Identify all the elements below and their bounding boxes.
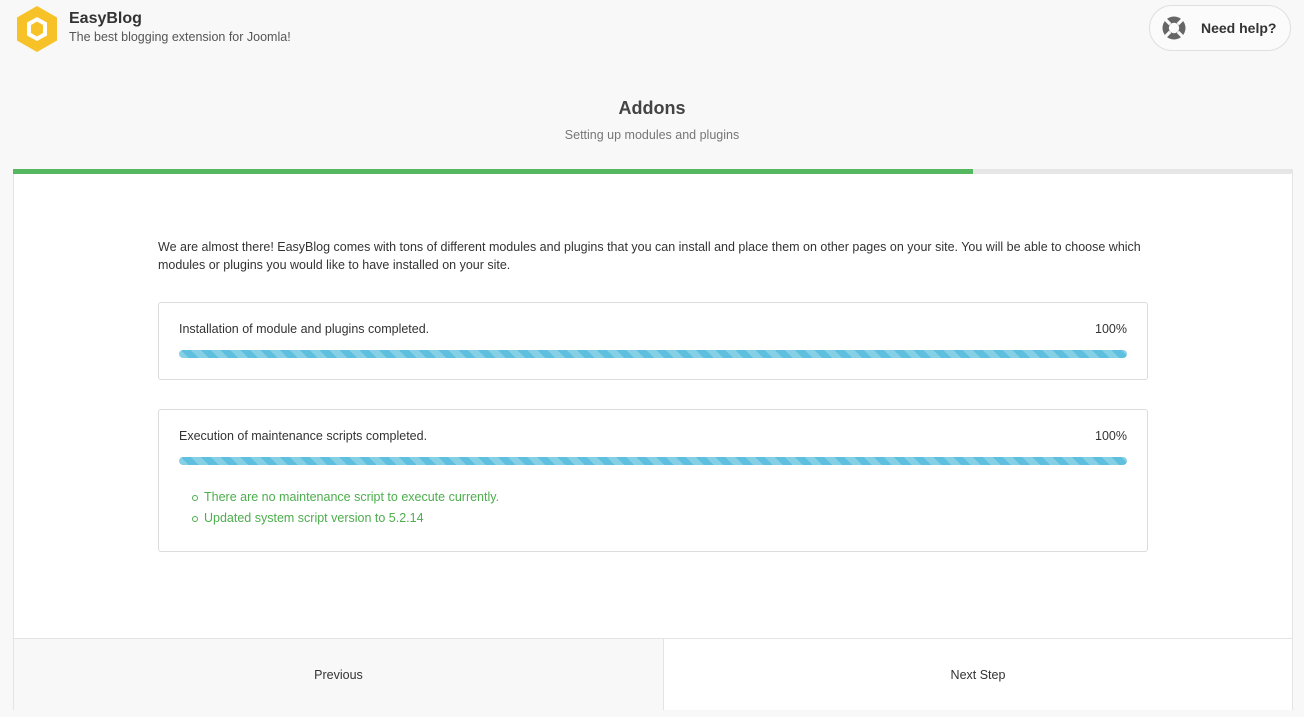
step-progress-bar	[13, 169, 1293, 174]
log-item: There are no maintenance script to execu…	[192, 487, 499, 508]
circle-bullet-icon	[192, 516, 198, 522]
content-card: We are almost there! EasyBlog comes with…	[13, 169, 1293, 710]
next-step-button[interactable]: Next Step	[664, 638, 1292, 710]
step-progress-fill	[13, 169, 973, 174]
task-progress-bar	[179, 350, 1127, 358]
task-maintenance-scripts: Execution of maintenance scripts complet…	[158, 409, 1148, 552]
intro-text: We are almost there! EasyBlog comes with…	[158, 240, 1141, 272]
header: EasyBlog The best blogging extension for…	[0, 0, 1304, 62]
page-title: Addons	[618, 98, 686, 118]
need-help-button[interactable]: Need help?	[1149, 5, 1291, 51]
brand-tagline: The best blogging extension for Joomla!	[69, 30, 291, 44]
task-label: Execution of maintenance scripts complet…	[179, 429, 428, 443]
lifebuoy-icon	[1162, 16, 1186, 40]
circle-bullet-icon	[192, 495, 198, 501]
task-progress-fill	[179, 350, 1127, 358]
task-percent: 100%	[1095, 322, 1127, 336]
log-item-text: There are no maintenance script to execu…	[204, 490, 500, 504]
maintenance-log-list: There are no maintenance script to execu…	[192, 487, 499, 529]
page-subtitle: Setting up modules and plugins	[564, 128, 740, 142]
task-progress-bar	[179, 457, 1127, 465]
log-item-text: Updated system script version to 5.2.14	[204, 511, 424, 525]
hexagon-logo-icon	[17, 6, 57, 52]
log-item: Updated system script version to 5.2.14	[192, 508, 499, 529]
brand-name: EasyBlog	[69, 10, 142, 27]
need-help-label: Need help?	[1201, 20, 1277, 36]
task-install-modules: Installation of module and plugins compl…	[158, 302, 1148, 380]
task-label: Installation of module and plugins compl…	[179, 322, 430, 336]
previous-button[interactable]: Previous	[14, 638, 664, 710]
task-percent: 100%	[1095, 429, 1127, 443]
task-progress-fill	[179, 457, 1127, 465]
